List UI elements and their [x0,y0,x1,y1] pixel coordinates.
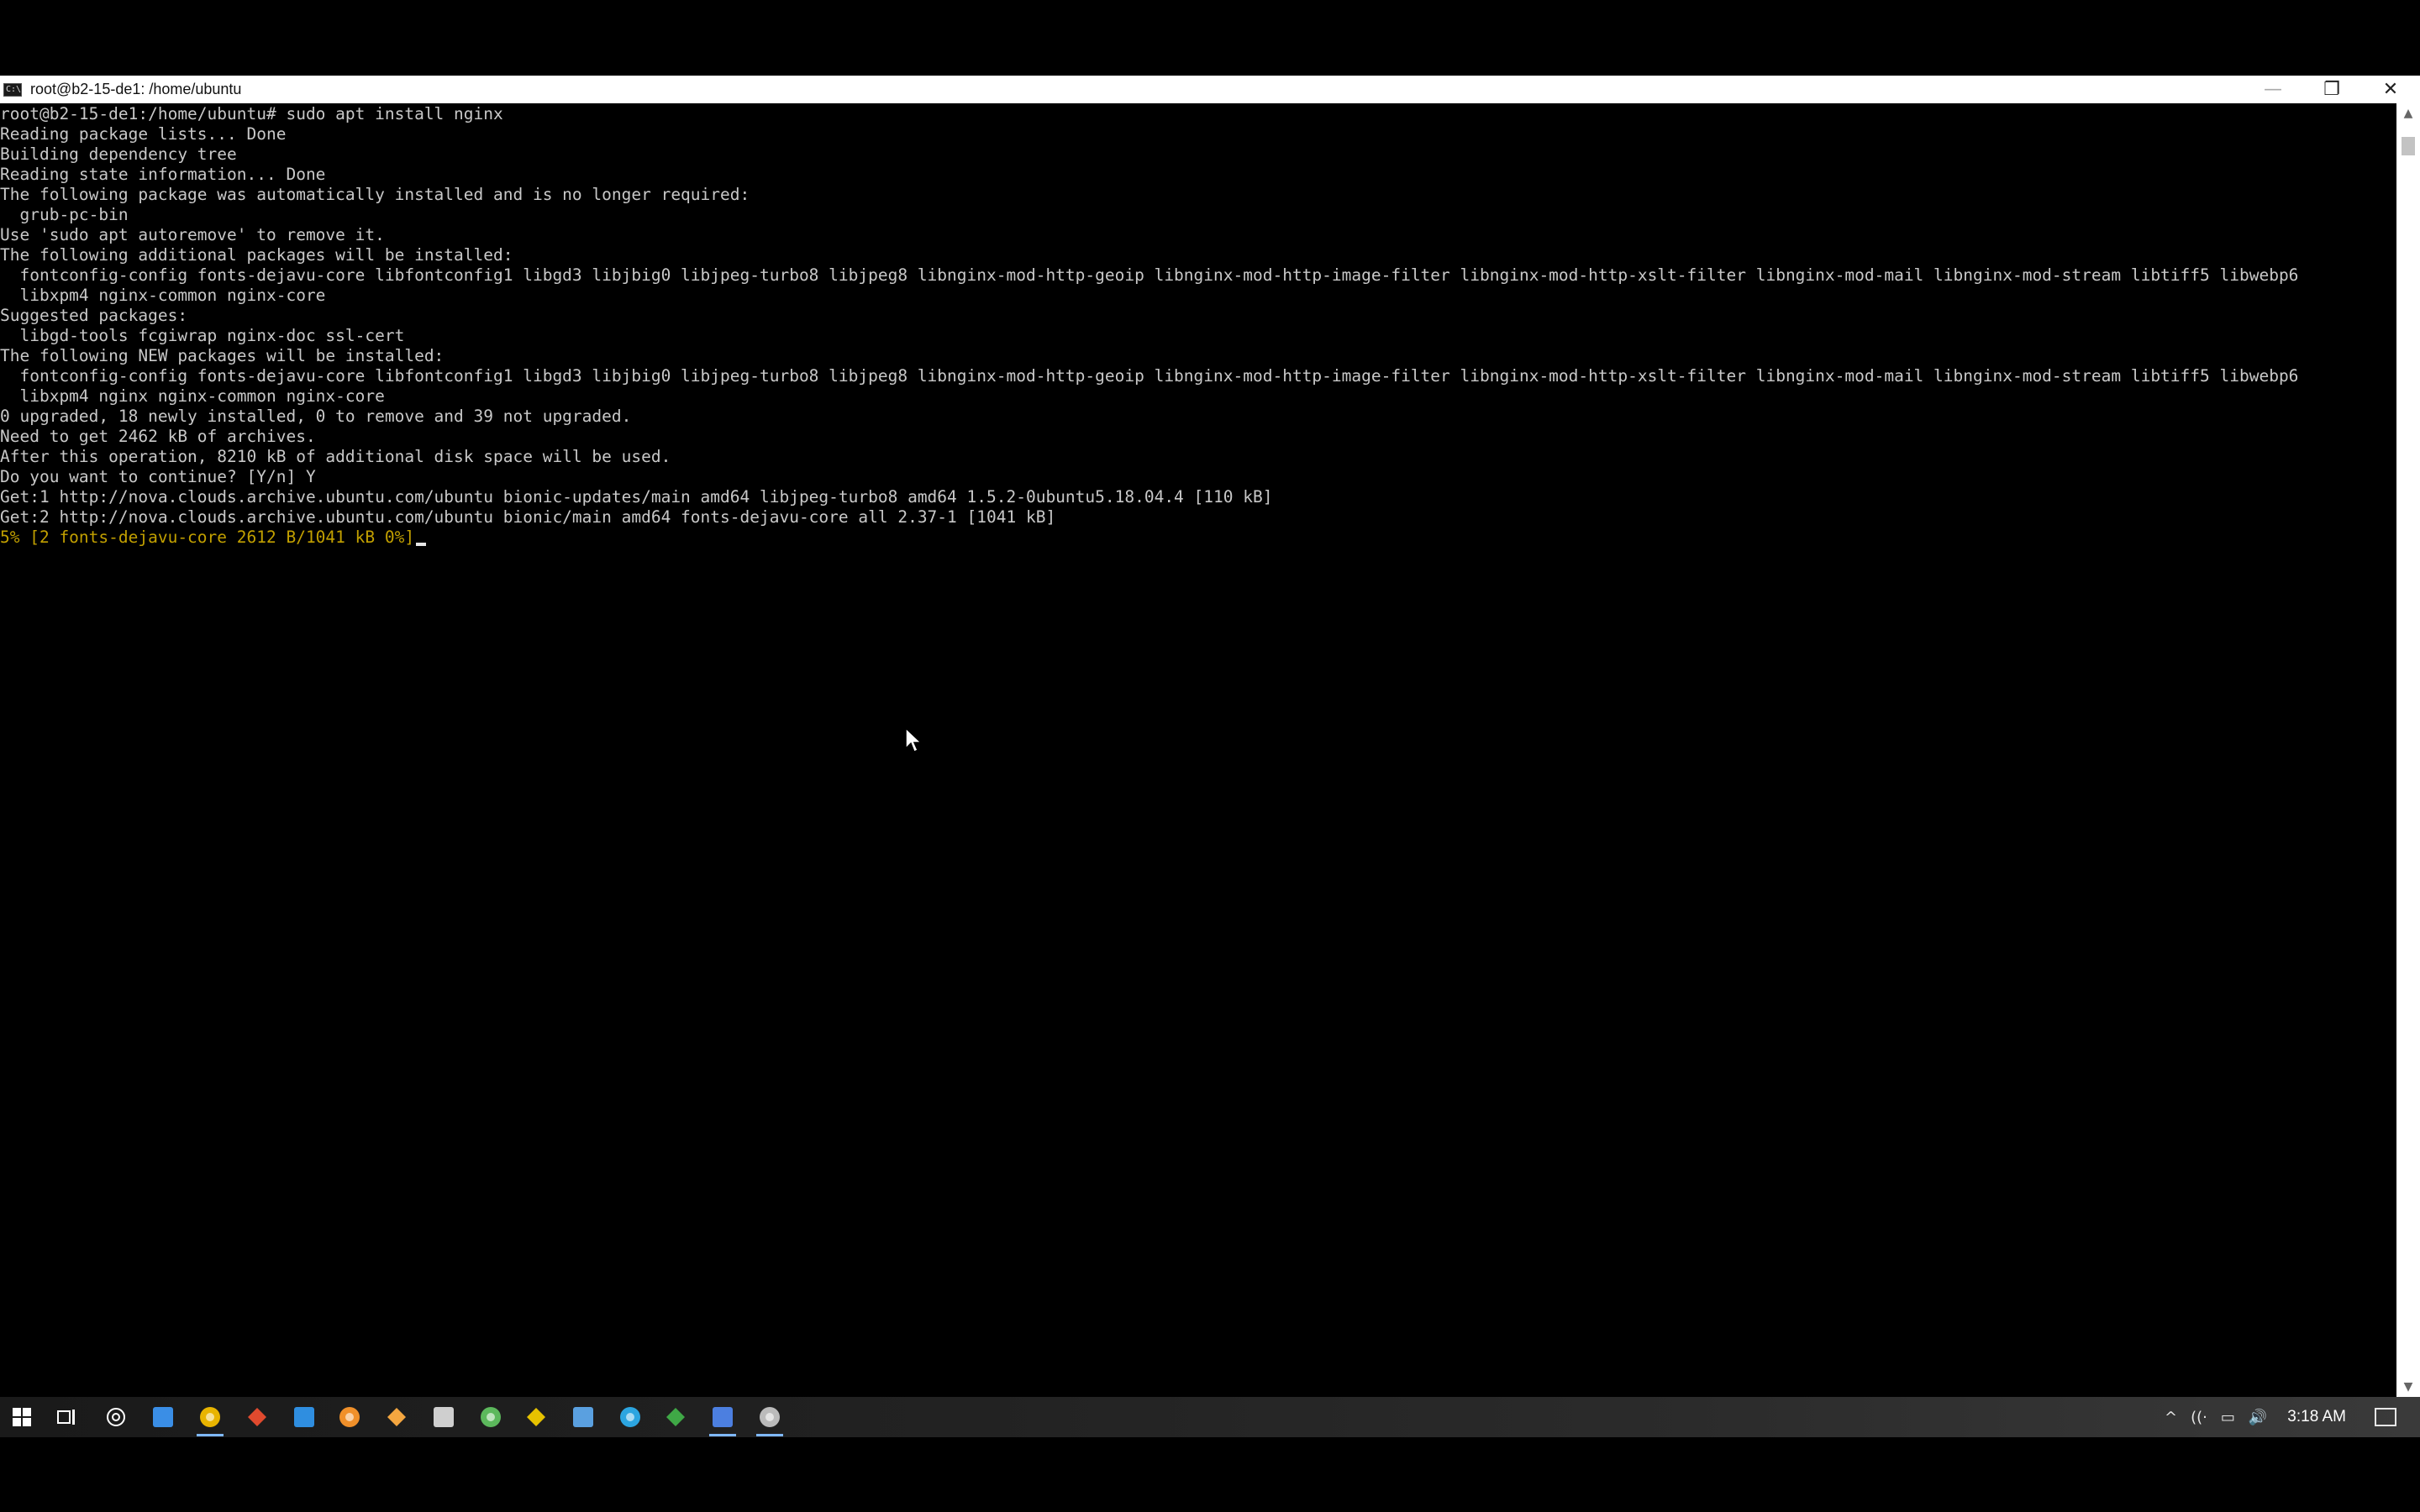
terminal-line: The following NEW packages will be insta… [0,346,445,365]
terminal-line: libgd-tools fcgiwrap nginx-doc ssl-cert [0,326,405,345]
clock[interactable]: 3:18 AM [2287,1408,2346,1426]
terminal-output: root@b2-15-de1:/home/ubuntu# sudo apt in… [0,103,2396,548]
music-note-app-icon[interactable] [430,1404,457,1431]
terminal-line: The following additional packages will b… [0,245,513,265]
terminal-line: Reading package lists... Done [0,124,287,144]
chrome-icon[interactable] [197,1404,224,1436]
telegram-icon[interactable] [617,1404,644,1431]
yellow-app-icon[interactable] [523,1404,550,1431]
battery-icon[interactable]: ▭ [2221,1409,2235,1426]
taskbar: ^ ((· ▭ 🔊 3:18 AM [0,1397,2420,1437]
terminal-line: Building dependency tree [0,144,237,164]
spreadsheet-app-icon[interactable] [662,1404,689,1431]
cortana-icon[interactable] [103,1404,129,1431]
window-title: root@b2-15-de1: /home/ubuntu [30,81,242,97]
minimize-button[interactable]: — [2244,76,2302,103]
terminal-scrollbar[interactable]: ▲ ▼ [2396,103,2420,1397]
console-app-icon[interactable] [756,1404,783,1436]
text-cursor [416,543,427,546]
terminal-line: After this operation, 8210 kB of additio… [0,447,671,466]
close-button[interactable]: ✕ [2361,76,2420,103]
red-circle-app-icon[interactable] [244,1404,271,1431]
scroll-down-arrow-icon[interactable]: ▼ [2396,1377,2420,1397]
task-view-icon[interactable] [54,1404,81,1431]
terminal-line: Need to get 2462 kB of archives. [0,427,316,446]
mouse-pointer-icon [905,727,921,753]
scrollbar-thumb[interactable] [2402,137,2415,155]
system-tray: ^ ((· ▭ 🔊 3:18 AM [2165,1397,2420,1437]
terminal-line: Use 'sudo apt autoremove' to remove it. [0,225,385,244]
terminal-line: root@b2-15-de1:/home/ubuntu# sudo apt in… [0,104,503,123]
terminal-line: libxpm4 nginx-common nginx-core [0,286,326,305]
start-icon[interactable] [8,1404,35,1431]
terminal-area[interactable]: root@b2-15-de1:/home/ubuntu# sudo apt in… [0,103,2396,1397]
window-title-bar[interactable]: C:\ root@b2-15-de1: /home/ubuntu — ❐ ✕ [0,76,2420,103]
volume-icon[interactable]: 🔊 [2249,1409,2267,1426]
terminal-line: fontconfig-config fonts-dejavu-core libf… [0,265,2299,285]
orange-square-app-icon[interactable] [336,1404,363,1431]
terminal-line: Get:2 http://nova.clouds.archive.ubuntu.… [0,507,1056,527]
terminal-line: Suggested packages: [0,306,188,325]
green-circle-app-icon[interactable] [477,1404,504,1431]
notification-icon[interactable] [2375,1408,2396,1426]
terminal-line: Reading state information... Done [0,165,326,184]
console-icon-glyph: C:\ [6,84,22,94]
terminal-line: Do you want to continue? [Y/n] Y [0,467,316,486]
download-progress-line: 5% [2 fonts-dejavu-core 2612 B/1041 kB 0… [0,528,2396,548]
terminal-line: fontconfig-config fonts-dejavu-core libf… [0,366,2299,386]
terminal-line: grub-pc-bin [0,205,129,224]
terminal-line: libxpm4 nginx nginx-common nginx-core [0,386,385,406]
console-icon[interactable]: C:\ [3,82,22,97]
scroll-up-arrow-icon[interactable]: ▲ [2396,103,2420,123]
restore-button[interactable]: ❐ [2302,76,2361,103]
terminal-line: 0 upgraded, 18 newly installed, 0 to rem… [0,407,632,426]
window-app-icon[interactable] [570,1404,597,1431]
orange-circle-app-icon[interactable] [383,1404,410,1431]
tray-chevron-icon[interactable]: ^ [2165,1409,2177,1426]
window-controls: — ❐ ✕ [2244,76,2420,103]
blue-window-app-icon[interactable] [709,1404,736,1436]
download-progress-text: 5% [2 fonts-dejavu-core 2612 B/1041 kB 0… [0,528,415,547]
notes-app-icon[interactable] [150,1404,176,1431]
vscode-icon[interactable] [291,1404,318,1431]
terminal-line: Get:1 http://nova.clouds.archive.ubuntu.… [0,487,1273,507]
terminal-line: The following package was automatically … [0,185,750,204]
wifi-icon[interactable]: ((· [2191,1409,2207,1426]
